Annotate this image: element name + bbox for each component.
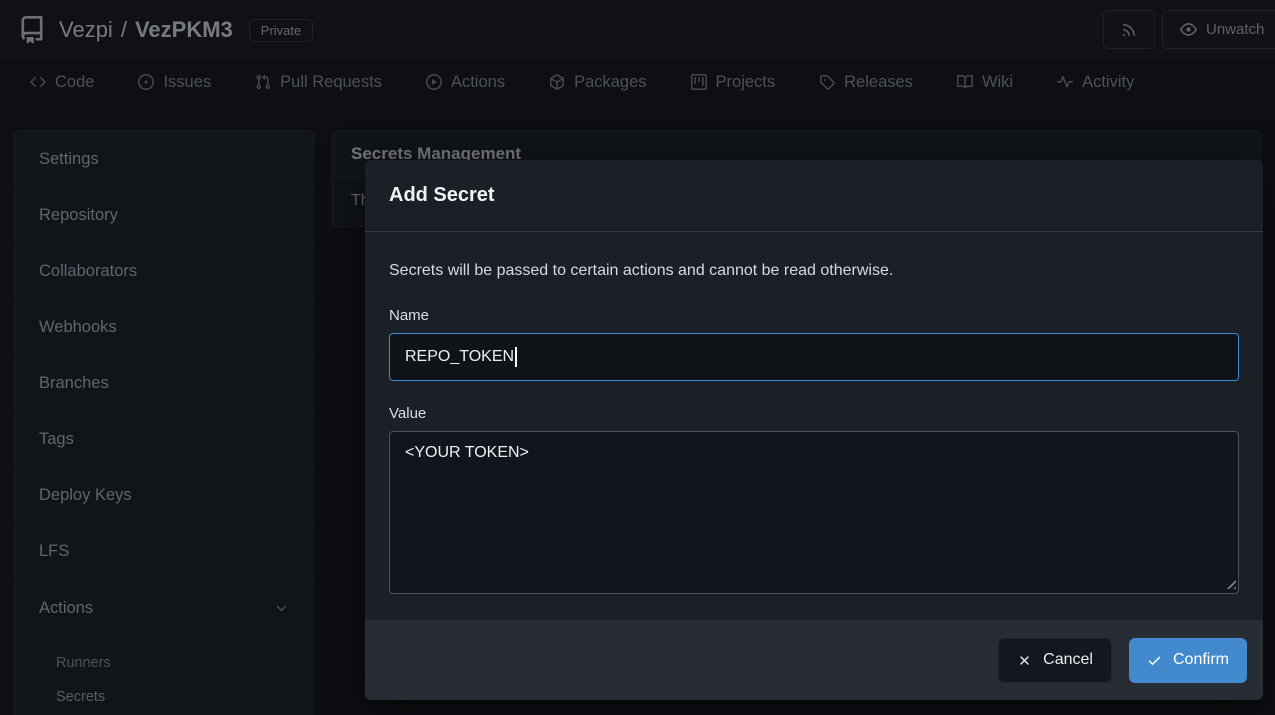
- cancel-button[interactable]: Cancel: [998, 638, 1112, 683]
- cancel-label: Cancel: [1043, 651, 1093, 669]
- secret-name-input[interactable]: REPO_TOKEN: [389, 333, 1239, 381]
- add-secret-modal: Add Secret Secrets will be passed to cer…: [365, 160, 1263, 700]
- name-field-label: Name: [389, 307, 1239, 324]
- confirm-button[interactable]: Confirm: [1129, 638, 1247, 683]
- secret-value-textarea[interactable]: <YOUR TOKEN>: [389, 431, 1239, 594]
- secret-value-wrap: <YOUR TOKEN>: [389, 431, 1239, 594]
- value-field-label: Value: [389, 405, 1239, 422]
- secret-name-value: REPO_TOKEN: [405, 348, 514, 366]
- modal-body: Secrets will be passed to certain action…: [365, 232, 1263, 618]
- modal-description: Secrets will be passed to certain action…: [389, 262, 1239, 280]
- confirm-label: Confirm: [1173, 651, 1229, 669]
- close-icon: [1017, 653, 1032, 668]
- text-caret: [515, 347, 517, 367]
- modal-title: Add Secret: [365, 160, 1263, 232]
- modal-footer: Cancel Confirm: [365, 620, 1263, 700]
- check-icon: [1147, 653, 1162, 668]
